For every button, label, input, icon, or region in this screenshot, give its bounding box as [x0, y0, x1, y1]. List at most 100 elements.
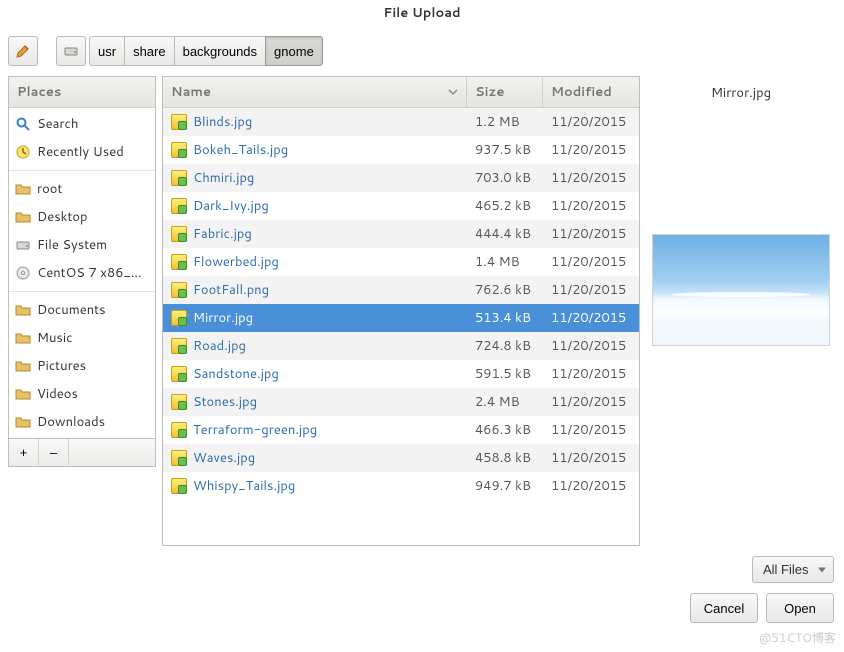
breadcrumb-segment[interactable]: share: [124, 36, 175, 66]
sidebar-item[interactable]: Videos: [9, 380, 155, 408]
file-modified: 11/20/2015: [543, 164, 639, 192]
file-name: Chmiri.jpg: [193, 169, 254, 187]
drive-icon: [63, 43, 79, 59]
file-modified: 11/20/2015: [543, 472, 639, 500]
file-name: Bokeh_Tails.jpg: [193, 141, 288, 159]
sidebar-item-label: Recently Used: [37, 143, 124, 161]
table-row[interactable]: Road.jpg724.8 kB11/20/2015: [163, 332, 639, 360]
table-row[interactable]: Flowerbed.jpg1.4 MB11/20/2015: [163, 248, 639, 276]
home-button[interactable]: [56, 36, 86, 66]
sidebar-item[interactable]: CentOS 7 x86_...: [9, 259, 155, 287]
file-rows[interactable]: Blinds.jpg1.2 MB11/20/2015Bokeh_Tails.jp…: [163, 108, 639, 545]
sidebar-item-label: Desktop: [37, 208, 88, 226]
file-size: 458.8 kB: [467, 444, 543, 472]
sidebar-item-label: Music: [37, 329, 73, 347]
column-header-modified[interactable]: Modified: [543, 77, 639, 107]
toolbar: usrsharebackgroundsgnome: [0, 30, 844, 76]
file-size: 466.3 kB: [467, 416, 543, 444]
folder-icon: [15, 181, 31, 197]
sidebar-item[interactable]: Documents: [9, 296, 155, 324]
sidebar-item-label: Documents: [37, 301, 106, 319]
file-size: 1.4 MB: [467, 248, 543, 276]
table-row[interactable]: Terraform-green.jpg466.3 kB11/20/2015: [163, 416, 639, 444]
sidebar-item-label: CentOS 7 x86_...: [37, 264, 142, 282]
file-size: 2.4 MB: [467, 388, 543, 416]
sidebar-item-label: File System: [37, 236, 107, 254]
file-modified: 11/20/2015: [543, 360, 639, 388]
sidebar-item[interactable]: Downloads: [9, 408, 155, 436]
places-header: Places: [9, 77, 155, 108]
file-size: 444.4 kB: [467, 220, 543, 248]
cancel-button[interactable]: Cancel: [690, 593, 758, 623]
file-size: 703.0 kB: [467, 164, 543, 192]
sidebar-item[interactable]: Recently Used: [9, 138, 155, 166]
table-row[interactable]: Bokeh_Tails.jpg 937.5 kB11/20/2015: [163, 136, 639, 164]
image-file-icon: [171, 310, 187, 326]
file-name: Waves.jpg: [193, 449, 255, 467]
add-bookmark-button[interactable]: +: [9, 439, 39, 465]
image-file-icon: [171, 254, 187, 270]
table-row[interactable]: Blinds.jpg1.2 MB11/20/2015: [163, 108, 639, 136]
table-row[interactable]: Stones.jpg2.4 MB11/20/2015: [163, 388, 639, 416]
pencil-icon: [15, 43, 31, 59]
sidebar-item[interactable]: File System: [9, 231, 155, 259]
folder-icon: [15, 209, 31, 225]
sidebar-item-label: Videos: [37, 385, 78, 403]
sidebar-item[interactable]: Desktop: [9, 203, 155, 231]
file-modified: 11/20/2015: [543, 276, 639, 304]
folder-icon: [15, 302, 31, 318]
file-name: Road.jpg: [193, 337, 246, 355]
table-row[interactable]: Chmiri.jpg 703.0 kB11/20/2015: [163, 164, 639, 192]
sort-indicator-icon: [448, 87, 458, 97]
file-size: 513.4 kB: [467, 304, 543, 332]
folder-icon: [15, 358, 31, 374]
file-modified: 11/20/2015: [543, 136, 639, 164]
file-size: 762.6 kB: [467, 276, 543, 304]
file-name: Dark_Ivy.jpg: [193, 197, 269, 215]
preview-filename: Mirror.jpg: [652, 80, 830, 114]
sidebar-item[interactable]: Pictures: [9, 352, 155, 380]
remove-bookmark-button[interactable]: –: [39, 439, 69, 465]
sidebar-item-label: Pictures: [37, 357, 86, 375]
folder-icon: [15, 330, 31, 346]
image-file-icon: [171, 366, 187, 382]
file-size: 591.5 kB: [467, 360, 543, 388]
file-size: 937.5 kB: [467, 136, 543, 164]
breadcrumb-segment[interactable]: gnome: [265, 36, 323, 66]
breadcrumb-segment[interactable]: usr: [89, 36, 125, 66]
folder-icon: [15, 386, 31, 402]
sidebar-item-label: Search: [37, 115, 78, 133]
file-modified: 11/20/2015: [543, 304, 639, 332]
file-size: 949.7 kB: [467, 472, 543, 500]
file-modified: 11/20/2015: [543, 192, 639, 220]
file-size: 724.8 kB: [467, 332, 543, 360]
sidebar-item[interactable]: root: [9, 175, 155, 203]
file-name: Flowerbed.jpg: [193, 253, 279, 271]
table-row[interactable]: Waves.jpg 458.8 kB11/20/2015: [163, 444, 639, 472]
open-button[interactable]: Open: [766, 593, 834, 623]
file-name: Terraform-green.jpg: [193, 421, 317, 439]
sidebar-item[interactable]: Search: [9, 110, 155, 138]
table-row[interactable]: FootFall.png762.6 kB11/20/2015: [163, 276, 639, 304]
file-modified: 11/20/2015: [543, 444, 639, 472]
file-type-filter[interactable]: All Files: [752, 556, 834, 583]
places-panel: Places Search Recently Used root Desktop Fil…: [8, 76, 156, 439]
table-row[interactable]: Sandstone.jpg591.5 kB11/20/2015: [163, 360, 639, 388]
image-file-icon: [171, 198, 187, 214]
file-name: Blinds.jpg: [193, 113, 252, 131]
sidebar-item-label: Downloads: [37, 413, 105, 431]
breadcrumb-segment[interactable]: backgrounds: [174, 36, 266, 66]
sidebar-item-label: root: [37, 180, 62, 198]
table-row[interactable]: Dark_Ivy.jpg465.2 kB11/20/2015: [163, 192, 639, 220]
column-header-size[interactable]: Size: [467, 77, 543, 107]
edit-path-button[interactable]: [8, 36, 38, 66]
bookmark-actions: + –: [8, 439, 156, 467]
table-row[interactable]: Whispy_Tails.jpg949.7 kB11/20/2015: [163, 472, 639, 500]
image-file-icon: [171, 394, 187, 410]
table-row[interactable]: Mirror.jpg513.4 kB11/20/2015: [163, 304, 639, 332]
image-file-icon: [171, 478, 187, 494]
file-modified: 11/20/2015: [543, 108, 639, 136]
table-row[interactable]: Fabric.jpg444.4 kB11/20/2015: [163, 220, 639, 248]
sidebar-item[interactable]: Music: [9, 324, 155, 352]
column-header-name[interactable]: Name: [163, 77, 467, 107]
